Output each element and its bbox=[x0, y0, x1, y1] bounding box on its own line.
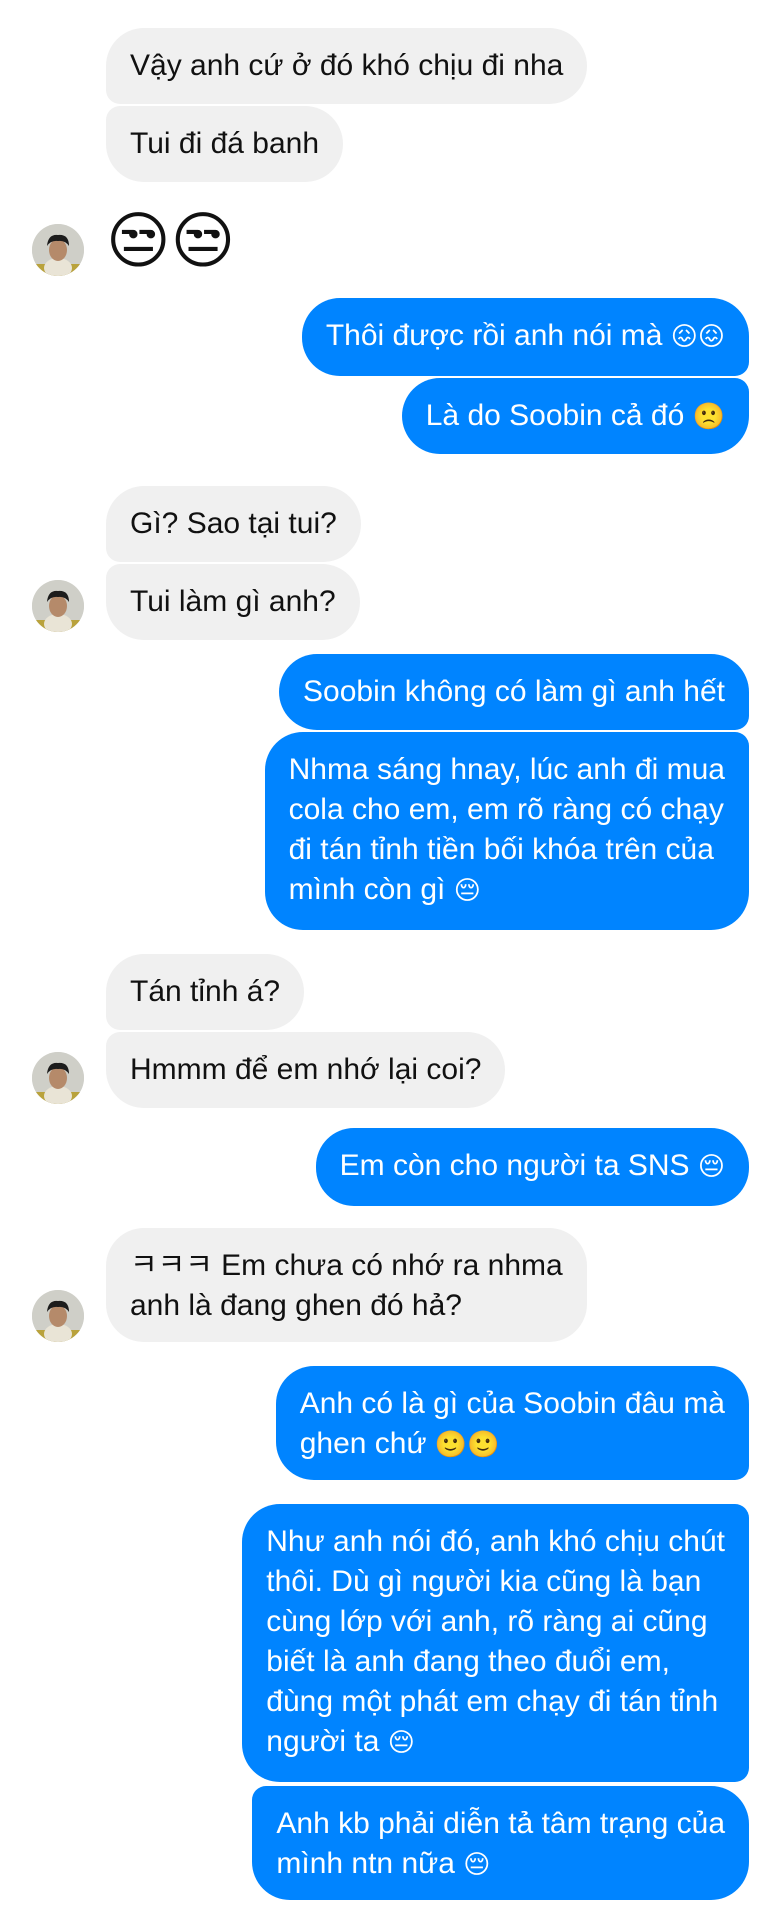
message-text-line: Em còn cho người ta SNS 😔 bbox=[339, 1149, 725, 1182]
outgoing-message-bubble[interactable]: Anh kb phải diễn tả tâm trạng của mình nt… bbox=[252, 1786, 749, 1900]
outgoing-message-bubble[interactable]: Thôi được rồi anh nói mà 😖😖 bbox=[301, 298, 749, 376]
message-text-line: mình còn gì 😔 bbox=[288, 873, 481, 906]
message-text-line: thôi. Dù gì người kia cũng là bạn bbox=[266, 1565, 702, 1598]
message-text-line: Vậy anh cứ ở đó khó chịu đi nha bbox=[130, 49, 564, 82]
message-text-line: Là do Soobin cả đó 🙁 bbox=[425, 399, 725, 432]
message-text-line: Hmmm để em nhớ lại coi? bbox=[130, 1053, 482, 1086]
contact-avatar[interactable] bbox=[32, 1290, 84, 1342]
message-text-line: Tui đi đá banh bbox=[130, 127, 320, 160]
incoming-message-bubble[interactable]: Tui đi đá banh bbox=[106, 106, 344, 182]
contact-avatar[interactable] bbox=[32, 580, 84, 632]
outgoing-message-bubble[interactable]: Như anh nói đó, anh khó chịu chút thôi. D… bbox=[242, 1504, 749, 1782]
emoji-icon: 🙁 bbox=[692, 402, 725, 432]
emoji-icon: 😖 bbox=[670, 322, 698, 352]
message-text-line: biết là anh đang theo đuổi em, bbox=[266, 1645, 670, 1678]
person-avatar-icon bbox=[32, 580, 84, 632]
incoming-message-bubble[interactable]: Gì? Sao tại tui? bbox=[106, 486, 361, 562]
message-text-line: đi tán tỉnh tiền bối khóa trên của bbox=[288, 833, 714, 866]
message-text-line: đùng một phát em chạy đi tán tỉnh bbox=[266, 1685, 719, 1718]
emoji-icon: 🙂 bbox=[467, 1430, 500, 1460]
outgoing-message-bubble[interactable]: Anh có là gì của Soobin đâu mà ghen chứ 🙂… bbox=[275, 1366, 749, 1480]
message-text-line: Thôi được rồi anh nói mà 😖😖 bbox=[325, 319, 725, 352]
message-text-line: cùng lớp với anh, rõ ràng ai cũng bbox=[266, 1605, 708, 1638]
message-text-line: anh là đang ghen đó hả? bbox=[130, 1289, 462, 1322]
message-text-line: 😒😒 bbox=[106, 204, 236, 277]
person-avatar-icon bbox=[32, 224, 84, 276]
incoming-message-bubble[interactable]: Vậy anh cứ ở đó khó chịu đi nha bbox=[106, 28, 588, 104]
message-text-line: Gì? Sao tại tui? bbox=[130, 507, 337, 540]
message-text-line: Soobin không có làm gì anh hết bbox=[303, 675, 725, 708]
emoji-icon: 😖 bbox=[697, 322, 725, 352]
outgoing-message-bubble[interactable]: Em còn cho người ta SNS 😔 bbox=[315, 1128, 749, 1206]
contact-avatar[interactable] bbox=[32, 1052, 84, 1104]
emoji-icon: 🙂 bbox=[434, 1430, 468, 1460]
person-avatar-icon bbox=[32, 1052, 84, 1104]
message-text-line: Như anh nói đó, anh khó chịu chút bbox=[266, 1525, 725, 1558]
incoming-message-bubble[interactable]: Hmmm để em nhớ lại coi? bbox=[106, 1032, 506, 1108]
message-text-line: mình ntn nữa 😔 bbox=[276, 1847, 491, 1880]
message-text-line: cola cho em, em rõ ràng có chạy bbox=[288, 793, 724, 826]
outgoing-message-bubble[interactable]: Là do Soobin cả đó 🙁 bbox=[401, 378, 749, 454]
message-thread: Vậy anh cứ ở đó khó chịu đi nha Tui đi đá… bbox=[0, 0, 767, 1920]
incoming-message-bubble[interactable]: Tui làm gì anh? bbox=[106, 564, 360, 640]
incoming-message-bubble[interactable]: ㅋㅋㅋ Em chưa có nhớ ra nhma anh là đang gh… bbox=[106, 1228, 587, 1342]
message-text-line: Nhma sáng hnay, lúc anh đi mua bbox=[288, 753, 725, 786]
outgoing-message-bubble[interactable]: Nhma sáng hnay, lúc anh đi mua cola cho e… bbox=[264, 732, 749, 930]
message-text-line: Anh kb phải diễn tả tâm trạng của bbox=[276, 1807, 725, 1840]
message-text-line: Tán tỉnh á? bbox=[130, 975, 281, 1008]
emoji-icon: 😔 bbox=[453, 876, 481, 906]
person-avatar-icon bbox=[32, 1290, 84, 1342]
incoming-message-bubble[interactable]: Tán tỉnh á? bbox=[106, 954, 305, 1030]
message-text-line: người ta 😔 bbox=[266, 1725, 415, 1758]
message-text-line: Tui làm gì anh? bbox=[130, 585, 336, 618]
message-text-line: Anh có là gì của Soobin đâu mà bbox=[299, 1387, 725, 1420]
incoming-message-bubble[interactable]: 😒😒 bbox=[106, 206, 235, 278]
contact-avatar[interactable] bbox=[32, 224, 84, 276]
message-text-line: ㅋㅋㅋ Em chưa có nhớ ra nhma bbox=[130, 1249, 563, 1282]
emoji-icon: 😔 bbox=[697, 1152, 725, 1182]
outgoing-message-bubble[interactable]: Soobin không có làm gì anh hết bbox=[279, 654, 749, 730]
message-text-line: ghen chứ 🙂🙂 bbox=[299, 1427, 500, 1460]
emoji-icon: 😔 bbox=[463, 1850, 491, 1880]
emoji-icon: 😔 bbox=[387, 1728, 415, 1758]
